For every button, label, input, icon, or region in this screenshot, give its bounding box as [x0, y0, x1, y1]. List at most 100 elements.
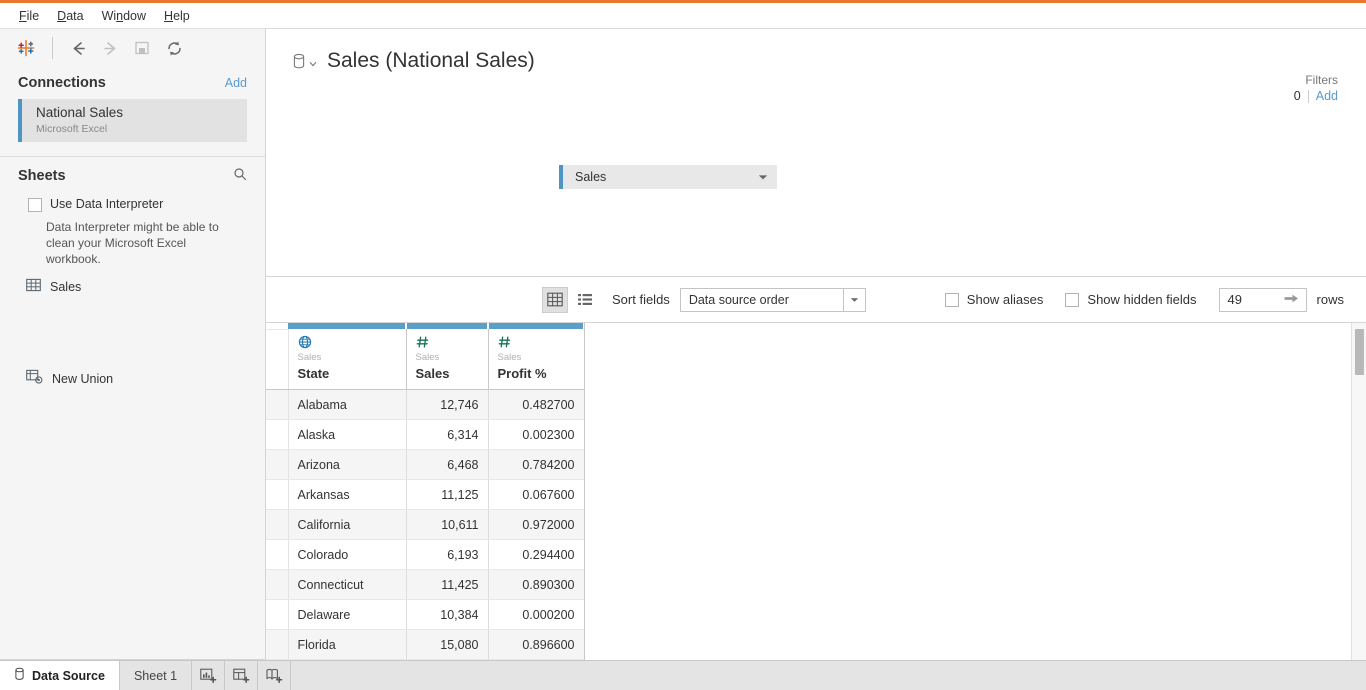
tab-sheet-1-label: Sheet 1 [134, 669, 177, 683]
cell-sales: 11,425 [406, 570, 488, 600]
data-interpreter-checkbox[interactable] [28, 198, 42, 212]
cell-profit: 0.784200 [488, 450, 584, 480]
tableau-logo-icon[interactable] [10, 33, 42, 63]
cell-profit: 0.002300 [488, 420, 584, 450]
sort-fields-label: Sort fields [612, 292, 670, 307]
sort-fields-select[interactable]: Data source order [680, 288, 866, 312]
cell-state: Florida [288, 630, 406, 660]
table-row[interactable]: Alaska6,3140.002300 [266, 420, 584, 450]
main-content: Sales (National Sales) Filters 0 Add Sal… [266, 29, 1366, 660]
filters-add-link[interactable]: Add [1316, 89, 1338, 103]
list-view-icon[interactable] [572, 287, 598, 313]
status-bar: Data Source Sheet 1 [0, 660, 1366, 690]
refresh-icon[interactable] [159, 33, 189, 63]
forward-arrow-icon[interactable] [95, 33, 125, 63]
menu-help-label-rest: elp [173, 9, 190, 23]
connections-header: Connections Add [0, 67, 265, 99]
menu-bar: File Data Window Help [0, 3, 1366, 28]
new-union-row[interactable]: New Union [0, 359, 265, 389]
cell-profit: 0.482700 [488, 390, 584, 420]
new-worksheet-icon[interactable] [192, 661, 225, 690]
table-row[interactable]: Connecticut11,4250.890300 [266, 570, 584, 600]
connection-name: National Sales [36, 105, 239, 122]
cell-state: Colorado [288, 540, 406, 570]
datasource-title-row: Sales (National Sales) [266, 29, 1366, 73]
table-row[interactable]: Florida15,0800.896600 [266, 630, 584, 660]
chevron-down-icon[interactable] [758, 168, 768, 186]
table-icon [26, 278, 41, 297]
grid-view-icon[interactable] [542, 287, 568, 313]
column-header-sales[interactable]: Sales Sales [406, 329, 488, 390]
cell-state: Alabama [288, 390, 406, 420]
rows-count-input[interactable]: 49 [1219, 288, 1307, 312]
body-split: Connections Add National Sales Microsoft… [0, 28, 1366, 660]
filters-separator [1308, 90, 1309, 103]
column-source-state: Sales [298, 353, 397, 363]
canvas-table-card-sales[interactable]: Sales [559, 165, 777, 189]
back-arrow-icon[interactable] [63, 33, 93, 63]
row-gutter [266, 540, 288, 570]
column-source-sales: Sales [416, 353, 479, 363]
gutter-header [266, 329, 288, 390]
connection-type: Microsoft Excel [36, 123, 239, 135]
table-row[interactable]: Arkansas11,1250.067600 [266, 480, 584, 510]
new-dashboard-icon[interactable] [225, 661, 258, 690]
database-cylinder-icon [14, 667, 25, 684]
datasource-title: Sales (National Sales) [327, 49, 535, 73]
show-aliases-checkbox[interactable] [945, 293, 959, 307]
data-interpreter-row[interactable]: Use Data Interpreter [0, 194, 265, 212]
chevron-down-icon[interactable] [843, 289, 865, 311]
table-row[interactable]: Delaware10,3840.000200 [266, 600, 584, 630]
connections-add-link[interactable]: Add [225, 76, 247, 90]
data-grid-scroll[interactable]: Sales State [266, 323, 1351, 660]
show-aliases-toggle[interactable]: Show aliases [945, 292, 1044, 307]
data-grid-table: Sales State [266, 323, 585, 660]
cell-sales: 10,384 [406, 600, 488, 630]
cell-state: Alaska [288, 420, 406, 450]
new-story-icon[interactable] [258, 661, 291, 690]
tableau-data-source-window: File Data Window Help [0, 0, 1366, 690]
filters-label: Filters [1294, 73, 1338, 87]
menu-file[interactable]: File [10, 7, 48, 25]
table-row[interactable]: Alabama12,7460.482700 [266, 390, 584, 420]
table-row[interactable]: Colorado6,1930.294400 [266, 540, 584, 570]
data-interpreter-description: Data Interpreter might be able to clean … [0, 212, 265, 268]
arrow-right-icon[interactable] [1284, 291, 1299, 309]
sheets-header: Sheets [0, 157, 265, 194]
vertical-scrollbar[interactable] [1351, 323, 1366, 660]
save-icon[interactable] [127, 33, 157, 63]
cell-sales: 6,314 [406, 420, 488, 450]
menu-window[interactable]: Window [93, 7, 155, 25]
column-header-row: Sales State [266, 329, 584, 390]
tab-data-source[interactable]: Data Source [0, 661, 120, 690]
tab-sheet-1[interactable]: Sheet 1 [120, 661, 192, 690]
search-icon[interactable] [233, 167, 247, 186]
row-gutter [266, 450, 288, 480]
sort-fields-value: Data source order [681, 293, 843, 307]
cell-state: California [288, 510, 406, 540]
show-hidden-fields-toggle[interactable]: Show hidden fields [1065, 292, 1196, 307]
show-hidden-fields-checkbox[interactable] [1065, 293, 1079, 307]
connection-item-national-sales[interactable]: National Sales Microsoft Excel [18, 99, 247, 142]
scrollbar-thumb[interactable] [1355, 329, 1364, 375]
cell-sales: 6,193 [406, 540, 488, 570]
column-header-profit[interactable]: Sales Profit % [488, 329, 584, 390]
sheet-item-sales[interactable]: Sales [0, 268, 265, 297]
column-header-state[interactable]: Sales State [288, 329, 406, 390]
connections-title: Connections [18, 75, 106, 91]
row-gutter [266, 600, 288, 630]
number-icon [498, 335, 575, 350]
menu-data[interactable]: Data [48, 7, 92, 25]
table-row[interactable]: Arizona6,4680.784200 [266, 450, 584, 480]
data-grid-region: Sales State [266, 323, 1366, 660]
column-name-state: State [298, 366, 397, 381]
row-gutter [266, 420, 288, 450]
filters-panel: Filters 0 Add [1294, 73, 1338, 103]
sheet-item-label: Sales [50, 280, 81, 294]
menu-help[interactable]: Help [155, 7, 199, 25]
database-cylinder-icon[interactable] [292, 53, 317, 70]
number-icon [416, 335, 479, 350]
data-interpreter-label: Use Data Interpreter [50, 197, 163, 211]
grid-toolbar: Sort fields Data source order Show alias… [266, 277, 1366, 323]
table-row[interactable]: California10,6110.972000 [266, 510, 584, 540]
